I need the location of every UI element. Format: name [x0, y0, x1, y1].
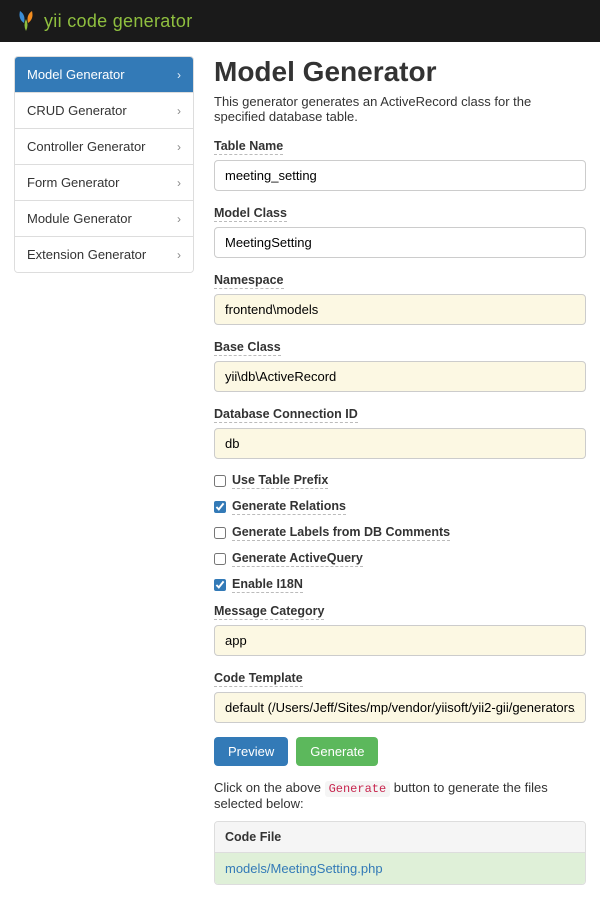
generate-relations-checkbox[interactable] — [214, 501, 226, 513]
label-table-name: Table Name — [214, 139, 283, 155]
sidebar-item-label: Model Generator — [27, 67, 125, 82]
chevron-right-icon: › — [177, 248, 181, 262]
sidebar-item-extension-generator[interactable]: Extension Generator › — [15, 237, 193, 272]
model-class-input[interactable] — [214, 227, 586, 258]
code-file-link[interactable]: models/MeetingSetting.php — [225, 861, 383, 876]
brand[interactable]: yii code generator — [14, 9, 193, 33]
label-use-table-prefix: Use Table Prefix — [232, 473, 328, 489]
table-name-input[interactable] — [214, 160, 586, 191]
sidebar-item-controller-generator[interactable]: Controller Generator › — [15, 129, 193, 165]
chevron-right-icon: › — [177, 104, 181, 118]
label-model-class: Model Class — [214, 206, 287, 222]
table-row: models/MeetingSetting.php — [215, 853, 585, 884]
generate-button[interactable]: Generate — [296, 737, 378, 766]
label-code-template: Code Template — [214, 671, 303, 687]
main-content: Model Generator This generator generates… — [214, 56, 586, 885]
chevron-right-icon: › — [177, 140, 181, 154]
generator-sidebar: Model Generator › CRUD Generator › Contr… — [14, 56, 194, 273]
page-subtitle: This generator generates an ActiveRecord… — [214, 94, 586, 124]
sidebar-item-module-generator[interactable]: Module Generator › — [15, 201, 193, 237]
code-file-table: Code File models/MeetingSetting.php — [214, 821, 586, 885]
page-title: Model Generator — [214, 56, 586, 88]
generate-code-text: Generate — [325, 781, 391, 797]
sidebar-item-model-generator[interactable]: Model Generator › — [15, 57, 193, 93]
generate-activequery-checkbox[interactable] — [214, 553, 226, 565]
chevron-right-icon: › — [177, 212, 181, 226]
base-class-input[interactable] — [214, 361, 586, 392]
label-db-connection: Database Connection ID — [214, 407, 358, 423]
label-namespace: Namespace — [214, 273, 284, 289]
message-category-input[interactable] — [214, 625, 586, 656]
label-enable-i18n: Enable I18N — [232, 577, 303, 593]
label-generate-labels: Generate Labels from DB Comments — [232, 525, 450, 541]
sidebar-item-label: Controller Generator — [27, 139, 146, 154]
preview-button[interactable]: Preview — [214, 737, 288, 766]
generate-labels-checkbox[interactable] — [214, 527, 226, 539]
chevron-right-icon: › — [177, 68, 181, 82]
use-table-prefix-checkbox[interactable] — [214, 475, 226, 487]
sidebar-item-label: Form Generator — [27, 175, 119, 190]
generate-hint: Click on the above Generate button to ge… — [214, 780, 586, 811]
sidebar-item-label: Module Generator — [27, 211, 132, 226]
brand-text: yii code generator — [44, 11, 193, 32]
code-template-input[interactable] — [214, 692, 586, 723]
enable-i18n-checkbox[interactable] — [214, 579, 226, 591]
sidebar-item-form-generator[interactable]: Form Generator › — [15, 165, 193, 201]
sidebar-item-crud-generator[interactable]: CRUD Generator › — [15, 93, 193, 129]
yii-logo-icon — [14, 9, 38, 33]
label-generate-activequery: Generate ActiveQuery — [232, 551, 363, 567]
sidebar-item-label: CRUD Generator — [27, 103, 127, 118]
table-header-code-file: Code File — [215, 822, 585, 853]
sidebar-item-label: Extension Generator — [27, 247, 146, 262]
label-generate-relations: Generate Relations — [232, 499, 346, 515]
label-message-category: Message Category — [214, 604, 324, 620]
chevron-right-icon: › — [177, 176, 181, 190]
top-bar: yii code generator — [0, 0, 600, 42]
namespace-input[interactable] — [214, 294, 586, 325]
db-connection-input[interactable] — [214, 428, 586, 459]
label-base-class: Base Class — [214, 340, 281, 356]
